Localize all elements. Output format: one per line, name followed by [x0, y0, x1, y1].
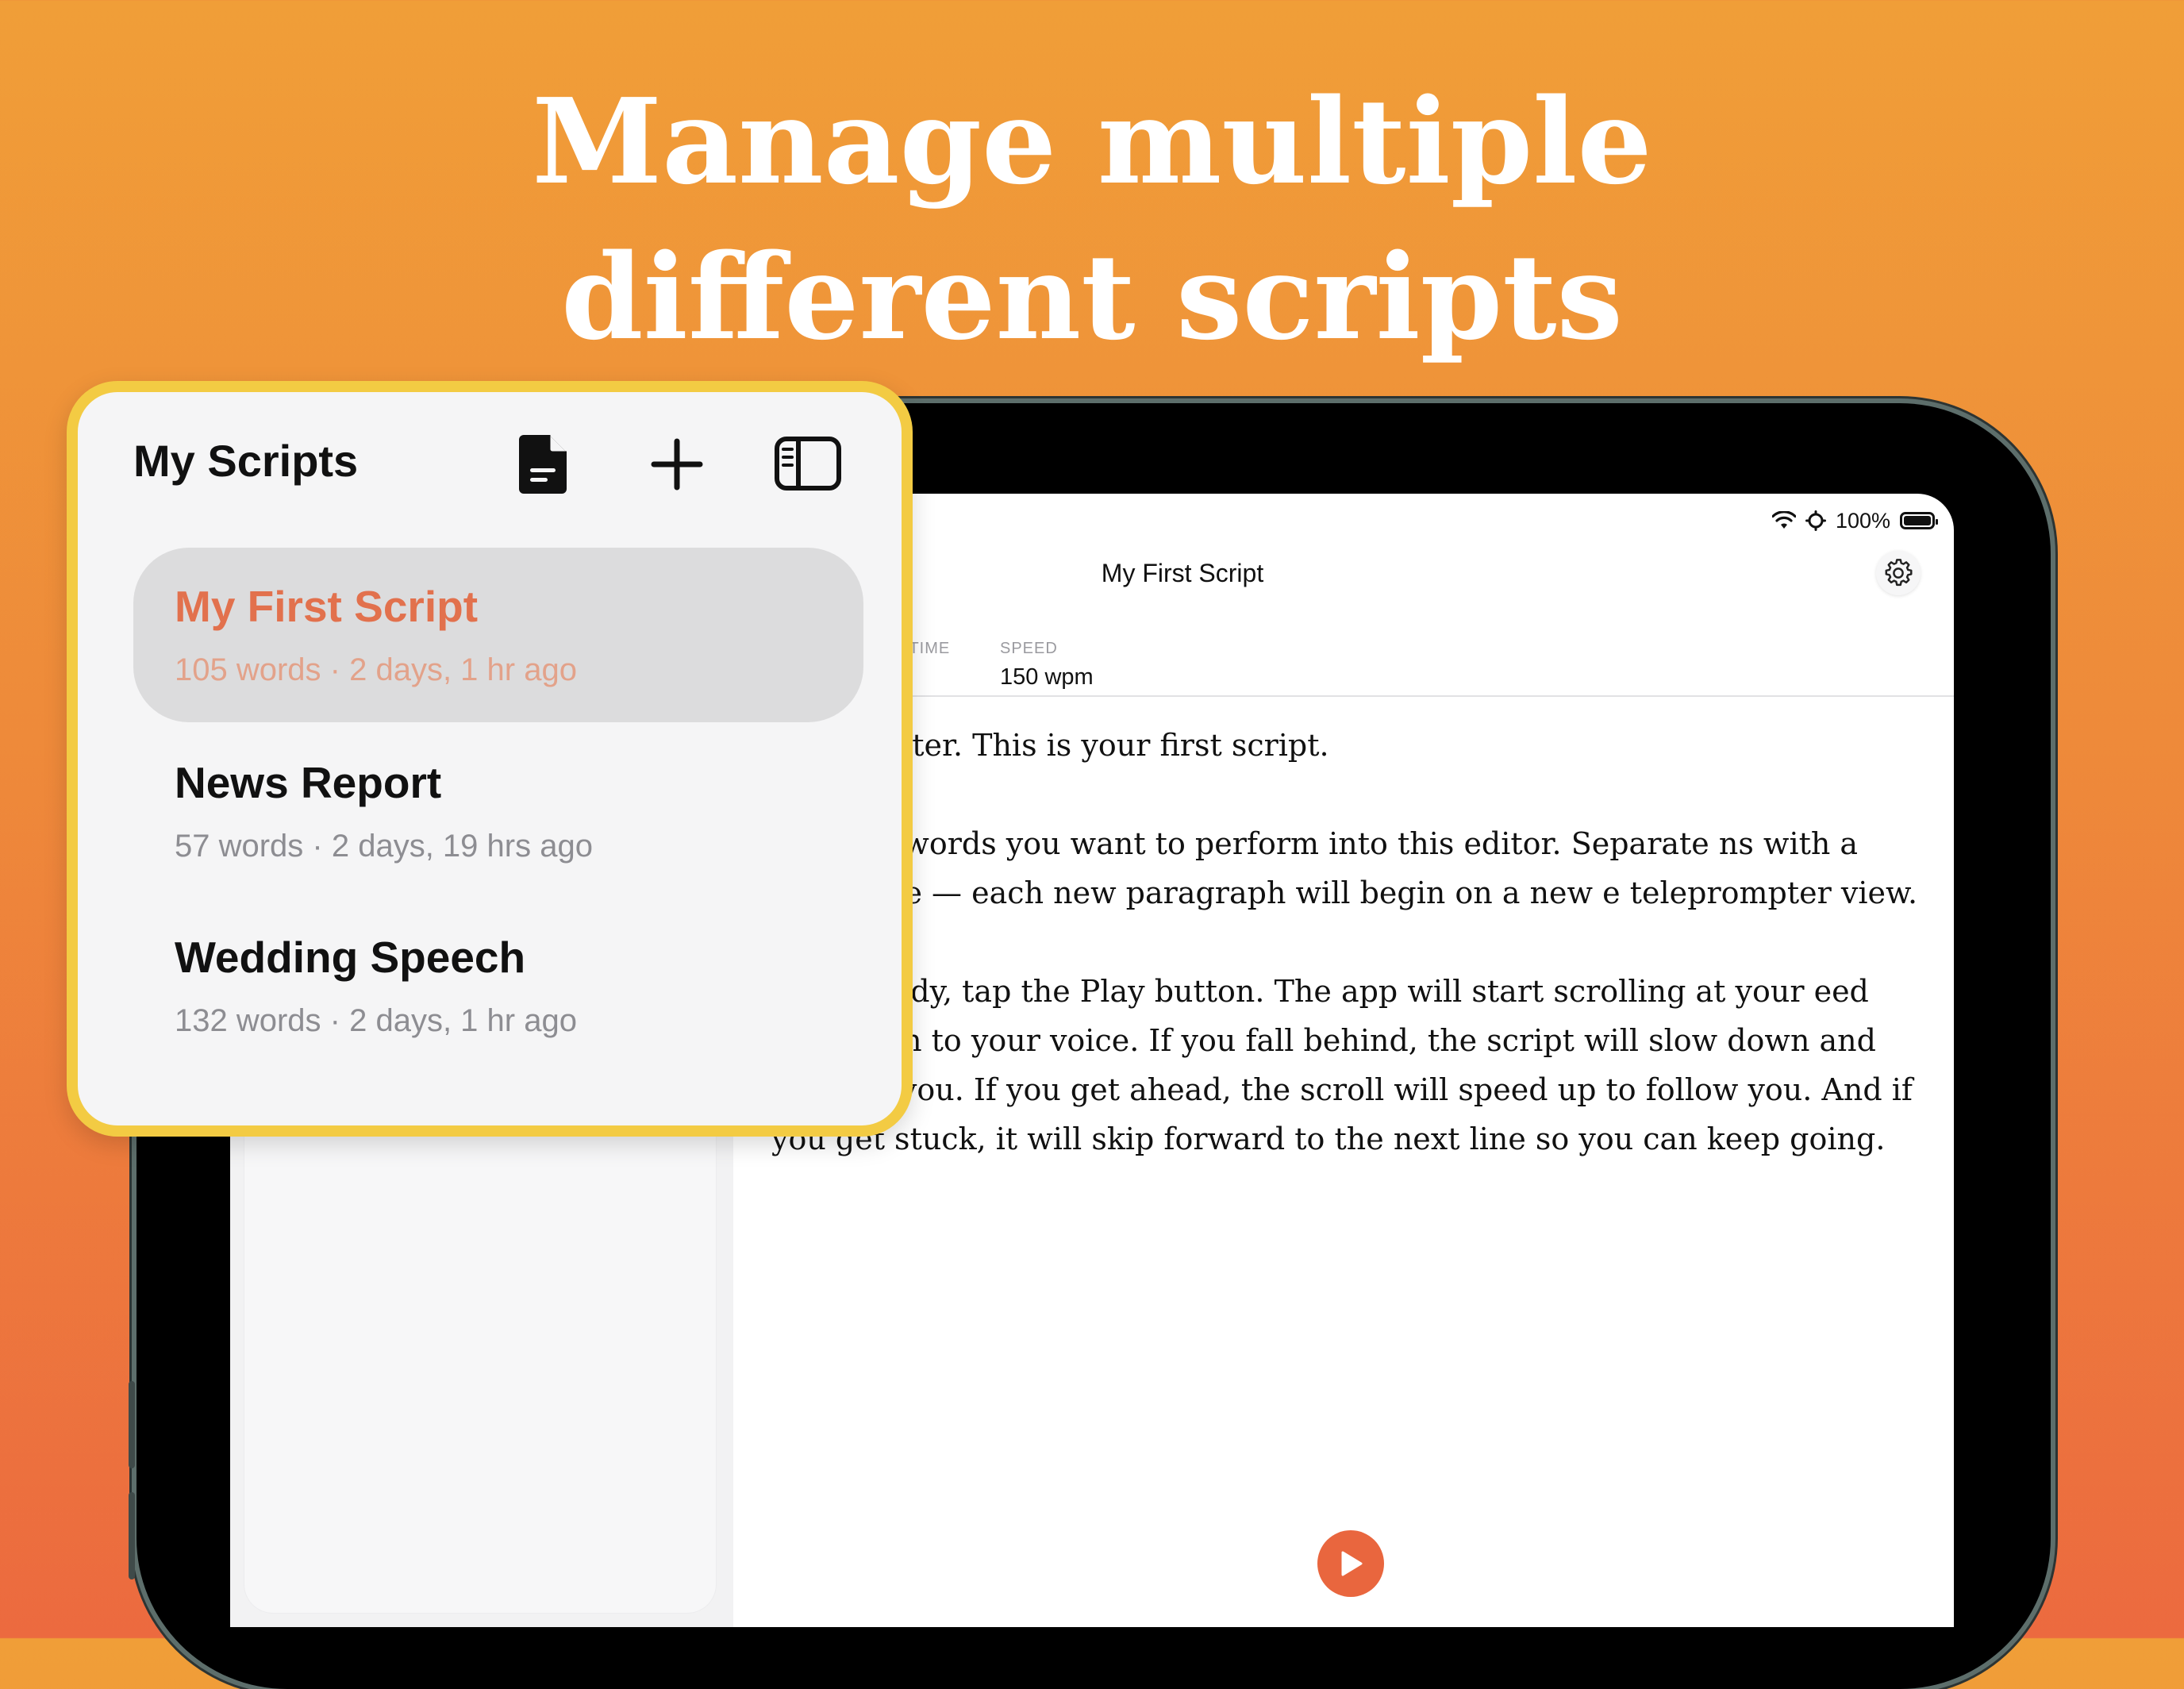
status-bar: 100% — [1771, 505, 1938, 537]
battery-percent: 100% — [1835, 508, 1890, 533]
plus-icon — [651, 438, 703, 491]
sidebar-icon — [775, 437, 841, 491]
stats-divider — [733, 695, 1954, 697]
script-meta: 57 words · 2 days, 19 hrs ago — [175, 829, 593, 864]
document-button[interactable] — [517, 433, 570, 499]
script-meta: 132 words · 2 days, 1 hr ago — [175, 1003, 577, 1038]
focus-icon — [1805, 510, 1826, 531]
editor-title: My First Script — [1101, 559, 1264, 587]
volume-button — [129, 1381, 135, 1468]
script-title: My First Script — [175, 582, 479, 631]
script-meta: 105 words · 2 days, 1 hr ago — [175, 652, 577, 687]
script-editor[interactable]: to Prompter. This is your first script. … — [771, 721, 1930, 1213]
speed-stat: SPEED 150 wpm — [1000, 640, 1094, 691]
headline-line-2: different scripts — [561, 228, 1623, 366]
speed-label: SPEED — [1000, 640, 1058, 657]
settings-button[interactable] — [1876, 551, 1921, 595]
headline: Manage multiple different scripts — [0, 63, 2184, 375]
scripts-panel: My Scripts My First Script 105 words · 2… — [67, 381, 913, 1137]
scripts-panel-title: My Scripts — [133, 436, 359, 486]
speed-value: 150 wpm — [1000, 664, 1094, 690]
wifi-icon — [1771, 511, 1796, 529]
add-script-button[interactable] — [651, 438, 703, 494]
script-paragraph: to Prompter. This is your first script. — [771, 728, 1329, 763]
headline-line-1: Manage multiple — [532, 72, 1652, 210]
play-icon — [1341, 1551, 1363, 1576]
play-button[interactable] — [1317, 1530, 1384, 1597]
volume-button — [129, 1492, 135, 1579]
battery-icon — [1900, 512, 1938, 529]
toggle-sidebar-button[interactable] — [775, 437, 841, 494]
script-title: Wedding Speech — [175, 933, 526, 982]
script-row-news-report[interactable]: News Report 57 words · 2 days, 19 hrs ag… — [133, 724, 863, 898]
script-row-my-first-script[interactable]: My First Script 105 words · 2 days, 1 hr… — [133, 548, 863, 722]
document-icon — [519, 435, 567, 494]
script-paragraph: aste the words you want to perform into … — [771, 826, 1918, 910]
script-title: News Report — [175, 758, 442, 807]
script-row-wedding-speech[interactable]: Wedding Speech 132 words · 2 days, 1 hr … — [133, 898, 863, 1073]
script-paragraph: u are ready, tap the Play button. The ap… — [771, 974, 1913, 1156]
gear-icon — [1885, 559, 1913, 587]
